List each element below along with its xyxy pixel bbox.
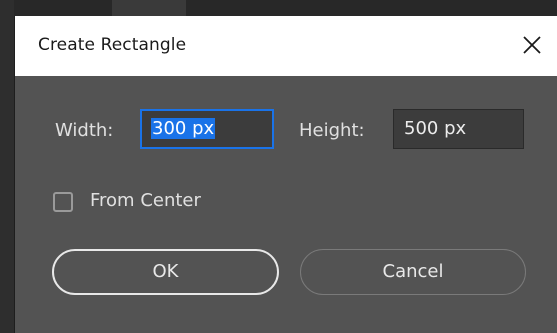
app-tab bbox=[112, 0, 186, 16]
dialog-title: Create Rectangle bbox=[38, 35, 187, 55]
app-side-panel bbox=[0, 0, 14, 333]
height-value: 500 px bbox=[404, 118, 467, 139]
create-rectangle-dialog: Create Rectangle Width: 300 px Height: 5… bbox=[14, 16, 557, 333]
from-center-label[interactable]: From Center bbox=[90, 190, 201, 211]
width-label: Width: bbox=[55, 120, 114, 141]
close-icon bbox=[523, 36, 541, 54]
from-center-checkbox[interactable] bbox=[53, 192, 73, 212]
cancel-button-label: Cancel bbox=[382, 261, 444, 282]
close-button[interactable] bbox=[520, 33, 544, 57]
width-value: 300 px bbox=[151, 118, 216, 139]
height-field[interactable]: 500 px bbox=[393, 109, 524, 149]
cancel-button[interactable]: Cancel bbox=[300, 249, 526, 295]
ok-button[interactable]: OK bbox=[52, 249, 279, 295]
ok-button-label: OK bbox=[152, 261, 179, 282]
width-field[interactable]: 300 px bbox=[140, 109, 274, 149]
height-label: Height: bbox=[299, 120, 365, 141]
dialog-titlebar: Create Rectangle bbox=[15, 16, 557, 76]
